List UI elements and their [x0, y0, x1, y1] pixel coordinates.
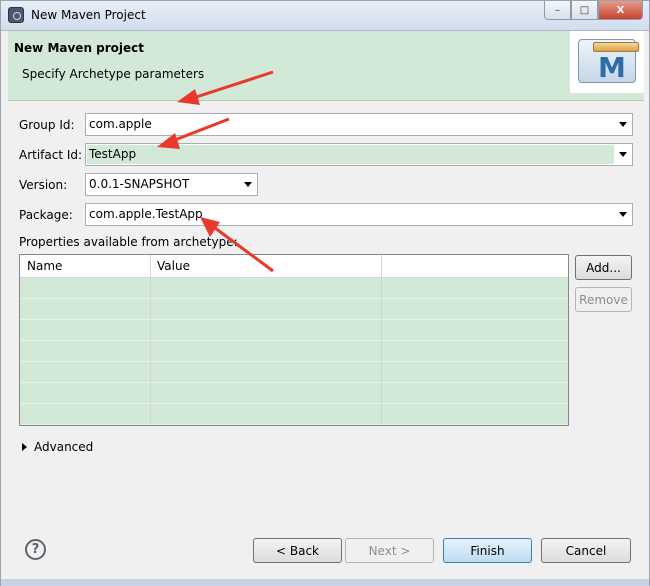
- dropdown-arrow-icon[interactable]: [244, 182, 252, 187]
- table-row[interactable]: [20, 362, 568, 383]
- artifact-id-value: TestApp: [89, 147, 137, 161]
- wizard-header: New Maven project Specify Archetype para…: [8, 31, 644, 101]
- selection-highlight: [87, 145, 614, 164]
- maven-logo: M: [570, 31, 644, 93]
- artifact-id-combo[interactable]: TestApp: [85, 143, 633, 166]
- artifact-id-label: Artifact Id:: [19, 148, 83, 162]
- table-row[interactable]: [20, 299, 568, 320]
- package-combo[interactable]: com.apple.TestApp: [85, 203, 633, 226]
- package-label: Package:: [19, 208, 73, 222]
- dropdown-arrow-icon[interactable]: [619, 122, 627, 127]
- wizard-subtitle: Specify Archetype parameters: [22, 67, 205, 81]
- minimize-button[interactable]: –: [544, 1, 571, 20]
- group-id-value: com.apple: [89, 117, 152, 131]
- close-button[interactable]: X: [598, 1, 643, 20]
- group-id-combo[interactable]: com.apple: [85, 113, 633, 136]
- column-name-header[interactable]: Name: [27, 259, 62, 273]
- maven-logo-icon: M: [578, 39, 639, 84]
- back-button[interactable]: < Back: [253, 538, 342, 563]
- window-controls: – □ X: [544, 1, 643, 20]
- dropdown-arrow-icon[interactable]: [619, 212, 627, 217]
- table-row[interactable]: [20, 278, 568, 299]
- table-header: Name Value: [20, 255, 568, 278]
- properties-label: Properties available from archetype:: [19, 235, 238, 249]
- dropdown-arrow-icon[interactable]: [619, 152, 627, 157]
- add-property-button[interactable]: Add...: [575, 255, 632, 280]
- table-row[interactable]: [20, 320, 568, 341]
- eclipse-icon: [8, 7, 24, 23]
- column-divider[interactable]: [150, 255, 151, 278]
- group-id-label: Group Id:: [19, 118, 75, 132]
- version-combo[interactable]: 0.0.1-SNAPSHOT: [85, 173, 258, 196]
- table-row[interactable]: [20, 341, 568, 362]
- column-value-header[interactable]: Value: [157, 259, 190, 273]
- window-title: New Maven Project: [31, 8, 146, 22]
- package-value: com.apple.TestApp: [89, 207, 203, 221]
- remove-property-button[interactable]: Remove: [575, 287, 632, 312]
- cancel-button[interactable]: Cancel: [541, 538, 631, 563]
- version-label: Version:: [19, 178, 68, 192]
- window-bottom-border: [1, 579, 649, 586]
- finish-button[interactable]: Finish: [443, 538, 532, 563]
- version-value: 0.0.1-SNAPSHOT: [89, 177, 190, 191]
- help-icon[interactable]: ?: [25, 539, 46, 560]
- advanced-section-toggle[interactable]: Advanced: [34, 440, 93, 454]
- next-button[interactable]: Next >: [345, 538, 434, 563]
- maximize-button[interactable]: □: [571, 1, 598, 20]
- title-bar: New Maven Project – □ X: [1, 1, 649, 31]
- expand-triangle-icon[interactable]: [22, 443, 27, 451]
- properties-table[interactable]: Name Value: [19, 254, 569, 426]
- column-divider[interactable]: [381, 255, 382, 278]
- new-maven-project-dialog: New Maven Project – □ X New Maven projec…: [0, 0, 650, 586]
- logo-letter: M: [598, 51, 626, 84]
- table-row[interactable]: [20, 383, 568, 404]
- wizard-title: New Maven project: [14, 41, 145, 55]
- table-row[interactable]: [20, 404, 568, 425]
